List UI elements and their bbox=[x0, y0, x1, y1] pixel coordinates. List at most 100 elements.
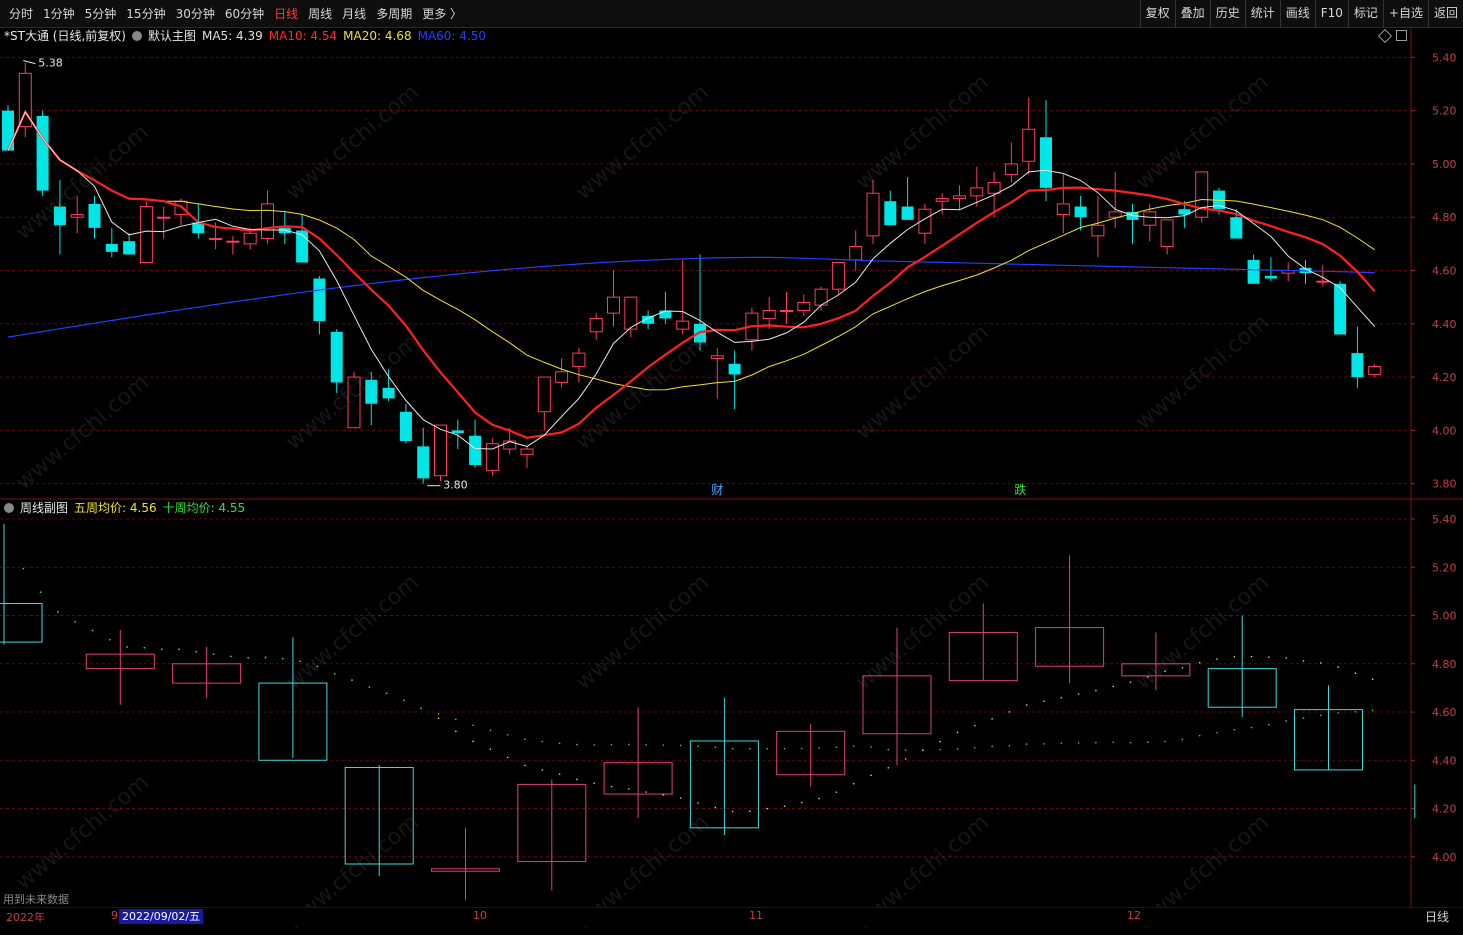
period-label[interactable]: 日线 bbox=[1425, 908, 1449, 926]
candle-body bbox=[1091, 224, 1105, 237]
main-y-tick-label: 3.80 bbox=[1432, 478, 1457, 491]
candle-body bbox=[849, 246, 863, 261]
main-y-tick-label: 4.00 bbox=[1432, 424, 1457, 437]
ten-week-dot bbox=[1147, 741, 1149, 743]
five-week-dot bbox=[852, 782, 855, 785]
period-tab-4[interactable]: 30分钟 bbox=[171, 5, 220, 22]
ten-week-dot bbox=[403, 699, 405, 702]
ten-week-dot bbox=[1320, 714, 1322, 717]
ten-week-dot bbox=[576, 743, 578, 746]
tool-button-0[interactable]: 复权 bbox=[1139, 0, 1175, 27]
candle-body bbox=[866, 192, 880, 237]
candle-body bbox=[555, 371, 569, 383]
tool-button-2[interactable]: 历史 bbox=[1209, 0, 1245, 27]
five-week-dot bbox=[506, 756, 509, 759]
ten-week-dot bbox=[1112, 741, 1114, 744]
ten-week-dot bbox=[714, 746, 717, 749]
five-week-dot bbox=[662, 794, 665, 796]
five-week-dot bbox=[1285, 657, 1287, 659]
five-week-dot bbox=[645, 791, 647, 793]
ten-week-dot bbox=[524, 738, 526, 741]
ten-week-dot bbox=[247, 657, 249, 659]
ten-week-dot bbox=[91, 629, 94, 632]
five-week-dot bbox=[472, 740, 474, 743]
five-week-dot bbox=[1112, 685, 1114, 688]
candle-body bbox=[503, 440, 517, 450]
ten-week-dot bbox=[1233, 728, 1236, 731]
tool-button-1[interactable]: 叠加 bbox=[1174, 0, 1210, 27]
ten-week-dot bbox=[628, 743, 630, 746]
candle-body bbox=[261, 203, 274, 240]
five-week-dot bbox=[610, 785, 613, 788]
candle-body bbox=[226, 240, 240, 243]
candle-body bbox=[469, 435, 482, 466]
five-week-dot bbox=[1371, 678, 1374, 681]
five-week-dot bbox=[628, 788, 630, 790]
ten-week-dot bbox=[974, 746, 976, 749]
sub-y-tick-label: 4.80 bbox=[1432, 658, 1457, 671]
five-week-dot bbox=[1337, 666, 1339, 668]
ten-week-dot bbox=[299, 660, 301, 663]
ten-week-dot bbox=[887, 748, 890, 751]
five-week-dot bbox=[558, 773, 561, 775]
five-week-dot bbox=[437, 717, 440, 720]
tool-button-5[interactable]: F10 bbox=[1314, 0, 1348, 27]
candle-body bbox=[780, 309, 793, 312]
tool-button-8[interactable]: 返回 bbox=[1427, 0, 1463, 27]
ten-week-dot bbox=[766, 747, 768, 750]
candle-body bbox=[589, 317, 603, 333]
period-tab-8[interactable]: 月线 bbox=[337, 5, 371, 22]
candle-body bbox=[1143, 211, 1157, 226]
five-week-dot bbox=[1233, 655, 1236, 658]
ten-week-dot bbox=[1302, 717, 1305, 719]
main-y-tick-label: 4.80 bbox=[1432, 211, 1457, 224]
candle-body bbox=[174, 200, 188, 216]
ten-week-dot bbox=[316, 665, 319, 668]
five-week-dot bbox=[524, 764, 526, 767]
ten-week-dot bbox=[749, 747, 751, 750]
kline-chart[interactable]: 5.40 5.20 5.00 4.80 4.60 4.40 4.20 4.00 3.80 5.40… bbox=[0, 27, 1463, 907]
period-tab-9[interactable]: 多周期 bbox=[371, 5, 417, 22]
ten-week-dot bbox=[1198, 734, 1201, 737]
main-y-tick-label: 4.60 bbox=[1432, 265, 1457, 278]
ten-week-dot bbox=[489, 729, 492, 732]
period-tab-7[interactable]: 周线 bbox=[303, 5, 337, 22]
candle-body bbox=[347, 376, 361, 429]
five-week-dot bbox=[714, 806, 717, 809]
five-week-dot bbox=[939, 740, 941, 743]
tool-button-7[interactable]: +自选 bbox=[1382, 0, 1428, 27]
candle-body bbox=[1056, 203, 1070, 216]
tool-button-4[interactable]: 画线 bbox=[1279, 0, 1315, 27]
sub-y-tick-label: 5.20 bbox=[1432, 561, 1457, 574]
ten-week-dot bbox=[1268, 723, 1270, 726]
sub-y-tick-label: 4.00 bbox=[1432, 851, 1457, 864]
low-price-label: 3.80 bbox=[443, 479, 468, 492]
period-tab-3[interactable]: 15分钟 bbox=[121, 5, 170, 22]
five-week-dot bbox=[835, 791, 838, 793]
period-tab-0[interactable]: 分时 bbox=[4, 5, 38, 22]
month-11: 11 bbox=[749, 909, 763, 922]
period-tab-1[interactable]: 1分钟 bbox=[38, 5, 80, 22]
ten-week-dot bbox=[455, 718, 457, 721]
ten-week-dot bbox=[1181, 738, 1184, 741]
candle-body bbox=[953, 195, 966, 200]
five-week-dot bbox=[541, 769, 544, 771]
tool-button-3[interactable]: 统计 bbox=[1244, 0, 1280, 27]
tool-button-6[interactable]: 标记 bbox=[1347, 0, 1383, 27]
candle-body bbox=[1004, 163, 1018, 176]
period-tab-10[interactable]: 更多 〉 bbox=[417, 5, 467, 22]
candle-body bbox=[520, 448, 534, 455]
ten-week-dot bbox=[1285, 720, 1287, 722]
candle-body bbox=[987, 182, 1001, 194]
candle-body bbox=[1247, 259, 1260, 284]
ten-week-dot bbox=[22, 567, 25, 570]
period-tab-2[interactable]: 5分钟 bbox=[80, 5, 122, 22]
five-week-dot bbox=[697, 802, 699, 804]
ten-week-dot bbox=[195, 650, 198, 653]
ten-week-dot bbox=[991, 745, 993, 748]
sub-y-tick-label: 4.40 bbox=[1432, 754, 1457, 767]
period-tab-6[interactable]: 日线 bbox=[269, 5, 303, 22]
period-tab-5[interactable]: 60分钟 bbox=[220, 5, 269, 22]
main-y-tick-label: 4.20 bbox=[1432, 371, 1457, 384]
sub-y-tick-label: 4.60 bbox=[1432, 706, 1457, 719]
